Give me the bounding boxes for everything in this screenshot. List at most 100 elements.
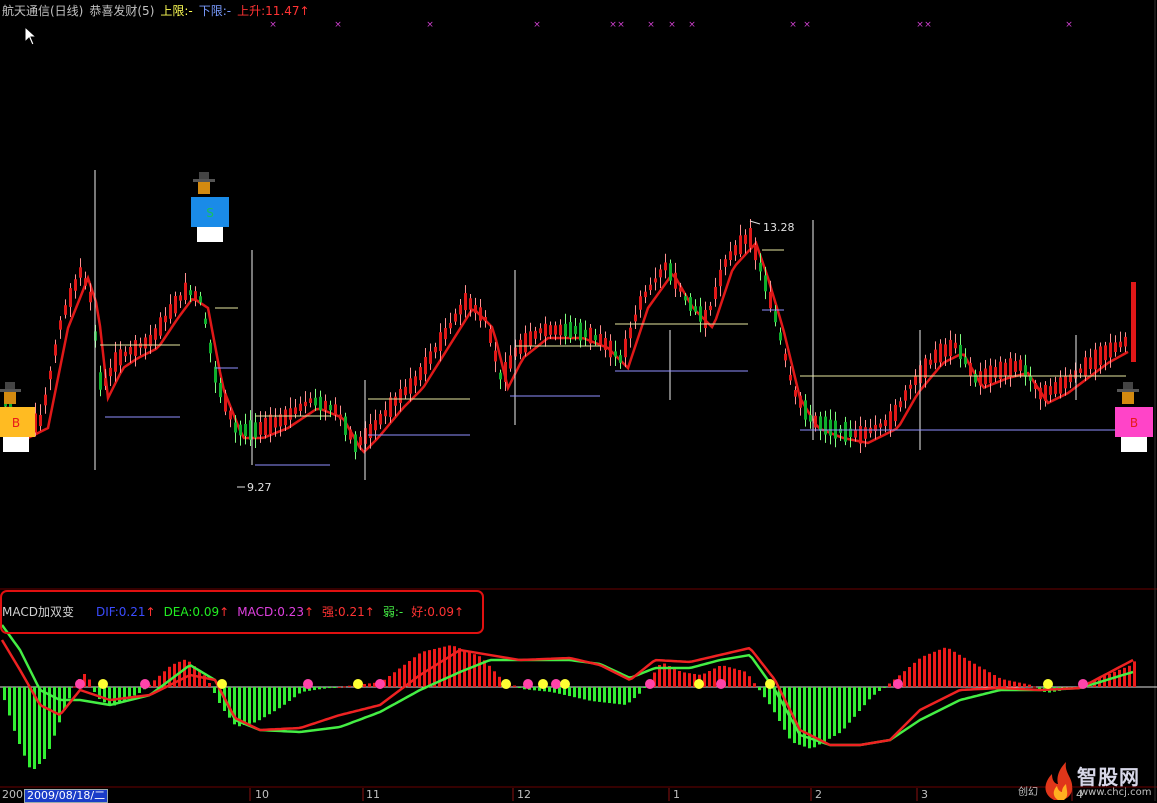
macd-bar xyxy=(823,687,826,742)
candle-body xyxy=(144,337,147,349)
buy-person-icon-right-legs xyxy=(1121,437,1147,452)
strong-value: 强:0.21 xyxy=(322,605,365,619)
macd-bar xyxy=(1003,679,1006,687)
candle-body xyxy=(224,393,227,412)
candle-body xyxy=(794,390,797,397)
sell-person-icon-letter: S xyxy=(206,206,214,220)
macd-bar xyxy=(863,687,866,706)
candle-body xyxy=(1099,346,1102,366)
macd-bar xyxy=(583,687,586,700)
macd-bar xyxy=(968,660,971,687)
macd-bar xyxy=(688,673,691,687)
macd-bar xyxy=(88,679,91,687)
candle-body xyxy=(599,333,602,346)
candle-body xyxy=(119,349,122,366)
candle-body xyxy=(634,314,637,322)
macd-bar xyxy=(213,687,216,693)
yellow-cross-dot xyxy=(560,679,570,689)
macd-bar xyxy=(998,677,1001,687)
candle-body xyxy=(229,410,232,420)
candle-body xyxy=(39,414,42,427)
candle-body xyxy=(1089,357,1092,370)
macd-bar xyxy=(678,671,681,687)
macd-bar xyxy=(923,655,926,687)
candle-body xyxy=(339,414,342,420)
signal-mark: × xyxy=(668,20,676,30)
macd-bar xyxy=(913,662,916,687)
indicator-header: MACD加双变 DIF:0.21↑ DEA:0.09↑ MACD:0.23↑ 强:0.2… xyxy=(2,604,472,620)
macd-bar xyxy=(593,687,596,702)
indicator-name[interactable]: MACD加双变 xyxy=(2,605,74,619)
macd-bar xyxy=(918,658,921,687)
macd-bar xyxy=(473,654,476,687)
macd-bar xyxy=(458,648,461,687)
macd-bar xyxy=(108,687,111,706)
candle-body xyxy=(74,279,77,291)
candle-body xyxy=(554,325,557,335)
macd-bar xyxy=(348,685,351,687)
candle-body xyxy=(759,262,762,272)
candle-body xyxy=(44,394,47,406)
candle-body xyxy=(1094,349,1097,370)
macd-bar xyxy=(603,687,606,703)
candle-body xyxy=(529,331,532,347)
candle-body xyxy=(819,416,822,431)
candle-body xyxy=(939,343,942,363)
macd-bar xyxy=(3,687,6,701)
candle-body xyxy=(179,295,182,301)
candle-body xyxy=(934,349,937,363)
macd-bar xyxy=(138,687,141,693)
macd-bar xyxy=(843,687,846,729)
candle-body xyxy=(894,404,897,422)
candle-body xyxy=(1034,383,1037,389)
sell-person-icon-face xyxy=(198,182,210,194)
candle-body xyxy=(239,424,242,436)
macd-bar xyxy=(833,687,836,736)
axis-start-label: 200 xyxy=(2,788,23,801)
candle-body xyxy=(1084,357,1087,377)
buy-person-icon-right-letter: B xyxy=(1130,416,1138,430)
candle-body xyxy=(654,278,657,283)
candle-body xyxy=(449,322,452,329)
macd-bar xyxy=(673,668,676,687)
macd-bar xyxy=(568,687,571,697)
kline-chart[interactable]: × × × × × × × × × × × × × ×13.289.27SB B xyxy=(0,0,1157,801)
candle-body xyxy=(609,340,612,358)
candle-body xyxy=(329,404,332,411)
yellow-cross-dot xyxy=(765,679,775,689)
macd-bar xyxy=(278,687,281,709)
candle-body xyxy=(314,397,317,406)
candle-body xyxy=(1059,377,1062,394)
candle-body xyxy=(69,288,72,307)
candle-body xyxy=(159,317,162,336)
candle-body xyxy=(674,272,677,289)
candle-body xyxy=(1044,384,1047,402)
buy-person-icon-brim xyxy=(0,389,21,392)
macd-bar xyxy=(933,651,936,687)
candle-body xyxy=(864,427,867,439)
rise-arrow-icon: ↑ xyxy=(299,4,310,18)
buy-person-icon-legs xyxy=(3,437,29,452)
macd-bar xyxy=(413,657,416,687)
candle-body xyxy=(259,422,262,435)
signal-mark: × xyxy=(647,20,655,30)
buy-person-icon-hat xyxy=(5,382,15,389)
candle-body xyxy=(999,361,1002,380)
candle-body xyxy=(594,335,597,341)
rise-value: 上升:11.47 xyxy=(237,4,300,18)
weak-value: 弱:- xyxy=(382,605,404,619)
macd-bar xyxy=(633,687,636,699)
macd-bar xyxy=(403,664,406,687)
macd-bar xyxy=(368,683,371,687)
candle-body xyxy=(374,420,377,431)
candle-body xyxy=(509,355,512,369)
candle-body xyxy=(1114,342,1117,353)
macd-bar xyxy=(608,687,611,704)
candle-body xyxy=(689,297,692,311)
macd-bar xyxy=(498,676,501,687)
candle-body xyxy=(799,395,802,408)
watermark-brand: 智股网 xyxy=(1077,765,1140,789)
macd-bar xyxy=(478,656,481,687)
candle-body xyxy=(474,305,477,313)
candle-body xyxy=(429,351,432,364)
